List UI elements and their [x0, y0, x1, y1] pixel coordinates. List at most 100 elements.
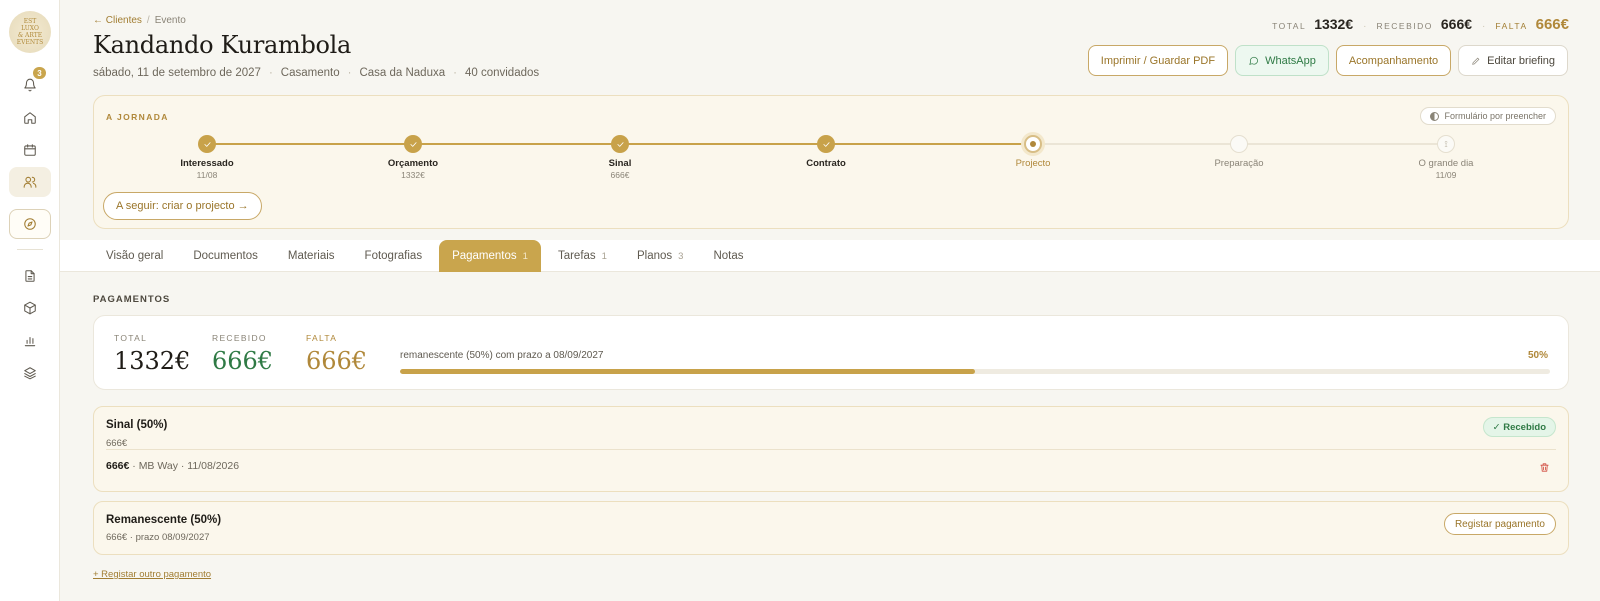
brand-logo[interactable]: EST LUXO & ARTE EVENTS — [9, 11, 51, 53]
tab-count: 3 — [678, 250, 684, 262]
register-payment-button[interactable]: Registar pagamento — [1443, 513, 1556, 535]
nav-materials[interactable] — [9, 293, 51, 323]
nav-explore[interactable] — [9, 209, 51, 239]
tab-fotografias[interactable]: Fotografias — [352, 240, 436, 272]
follow-up-label: Acompanhamento — [1348, 54, 1439, 67]
event-type: Casamento — [280, 67, 340, 79]
step-detail: 11/09 — [1435, 170, 1457, 180]
tab-pagamentos[interactable]: Pagamentos 1 — [439, 240, 541, 272]
nav-layers[interactable] — [9, 358, 51, 388]
missing-label: FALTA — [1495, 21, 1528, 31]
journey-step-projecto[interactable]: Projecto — [953, 135, 1113, 169]
edit-briefing-button[interactable]: Editar briefing — [1458, 45, 1568, 76]
payment-name: Remanescente (50%) — [106, 514, 222, 526]
step-name: Projecto — [1015, 158, 1051, 169]
tab-visao-geral[interactable]: Visão geral — [93, 240, 176, 272]
sidebar: EST LUXO & ARTE EVENTS 3 — [0, 0, 60, 601]
bar-chart-icon — [24, 336, 36, 347]
tab-label: Planos — [636, 250, 673, 262]
nav-reports[interactable] — [9, 326, 51, 356]
card-divider — [106, 449, 1556, 450]
journey-step-preparacao[interactable]: Preparação — [1159, 135, 1319, 169]
calendar-icon — [24, 144, 36, 156]
payment-detail: 666€ · prazo 08/09/2027 — [106, 532, 210, 543]
next-step-button[interactable]: A seguir: criar o projecto → — [103, 192, 262, 220]
totals-separator: · — [1482, 21, 1486, 32]
journey-step-interessado[interactable]: Interessado 11/08 — [127, 135, 287, 180]
tab-bar: Visão geral Documentos Materiais Fotogra… — [93, 240, 760, 272]
step-complete-marker — [611, 135, 629, 153]
tab-label: Tarefas — [557, 250, 596, 262]
journey-step-sinal[interactable]: Sinal 666€ — [540, 135, 700, 180]
notification-badge: 3 — [33, 67, 46, 79]
section-title: PAGAMENTOS — [93, 294, 171, 305]
compass-icon — [24, 218, 36, 230]
form-status-pill[interactable]: Formulário por preencher — [1420, 107, 1556, 125]
home-icon — [24, 112, 36, 124]
journey-title: A JORNADA — [106, 112, 169, 122]
page-title: Kandando Kurambola — [93, 31, 352, 59]
event-guests: 40 convidados — [464, 67, 540, 79]
form-status-label: Formulário por preencher — [1444, 111, 1546, 121]
header-actions: Imprimir / Guardar PDF WhatsApp Acompanh… — [1087, 45, 1568, 76]
step-current-marker — [1024, 135, 1042, 153]
whatsapp-button[interactable]: WhatsApp — [1235, 45, 1329, 76]
nav-home[interactable] — [9, 103, 51, 133]
tab-count: 1 — [601, 250, 607, 262]
payment-card-remanescente: Remanescente (50%) 666€ · prazo 08/09/20… — [93, 501, 1569, 555]
pencil-icon — [1472, 57, 1480, 65]
nav-clients[interactable] — [9, 167, 51, 197]
print-pdf-label: Imprimir / Guardar PDF — [1100, 54, 1216, 67]
summary-total-value: 1332€ — [114, 347, 191, 375]
journey-step-orcamento[interactable]: Orçamento 1332€ — [333, 135, 493, 180]
step-name: Interessado — [180, 158, 234, 169]
delete-payment-button[interactable] — [1539, 460, 1550, 478]
summary-total: TOTAL 1332€ — [114, 333, 190, 375]
breadcrumb: ← Clientes / Evento — [93, 15, 186, 26]
totals-separator: · — [1363, 21, 1367, 32]
meta-separator: · — [268, 67, 273, 79]
tab-planos[interactable]: Planos 3 — [624, 240, 696, 272]
breadcrumb-separator: / — [146, 15, 150, 26]
check-icon — [203, 141, 211, 147]
follow-up-button[interactable]: Acompanhamento — [1335, 45, 1452, 76]
payment-amount: 666€ — [106, 438, 128, 449]
step-name: Preparação — [1214, 158, 1264, 169]
tab-documentos[interactable]: Documentos — [180, 240, 271, 272]
event-date: sábado, 11 de setembro de 2027 — [93, 67, 261, 79]
tab-notas[interactable]: Notas — [700, 240, 756, 272]
bell-icon — [24, 78, 36, 92]
users-icon — [23, 176, 37, 188]
total-label: TOTAL — [1272, 21, 1307, 31]
tab-materiais[interactable]: Materiais — [275, 240, 348, 272]
print-pdf-button[interactable]: Imprimir / Guardar PDF — [1087, 45, 1229, 76]
step-pending-marker — [1230, 135, 1248, 153]
layers-icon — [24, 367, 36, 380]
step-name: Orçamento — [387, 158, 439, 169]
nav-documents[interactable] — [9, 261, 51, 291]
payment-entry-detail: · MB Way · 11/08/2026 — [129, 460, 240, 472]
tab-label: Documentos — [193, 250, 258, 262]
meta-separator: · — [453, 67, 457, 79]
journey-step-grande-dia[interactable]: ⟟ O grande dia 11/09 — [1366, 135, 1526, 180]
payment-card-sinal: Sinal (50%) 666€ ✓ Recebido 666€ · MB Wa… — [93, 406, 1569, 492]
notifications-button[interactable]: 3 — [9, 67, 51, 100]
payment-progress-fill — [400, 369, 975, 374]
step-name: Sinal — [608, 158, 632, 169]
chat-bubble-icon — [1249, 56, 1259, 65]
breadcrumb-back-link[interactable]: ← Clientes — [93, 15, 142, 26]
step-complete-marker — [404, 135, 422, 153]
journey-step-contrato[interactable]: Contrato — [746, 135, 906, 169]
column-icon: ⟟ — [1444, 138, 1448, 149]
payment-name: Sinal (50%) — [106, 419, 168, 431]
received-value: 666€ — [1440, 16, 1473, 32]
summary-missing-label: FALTA — [306, 333, 338, 343]
tab-label: Pagamentos — [452, 250, 517, 262]
whatsapp-label: WhatsApp — [1265, 54, 1316, 67]
add-payment-link[interactable]: + Registar outro pagamento — [93, 569, 211, 580]
nav-calendar[interactable] — [9, 135, 51, 165]
summary-received-label: RECEBIDO — [212, 333, 267, 343]
tab-label: Materiais — [287, 250, 335, 262]
tab-label: Notas — [713, 250, 744, 262]
tab-tarefas[interactable]: Tarefas 1 — [545, 240, 620, 272]
